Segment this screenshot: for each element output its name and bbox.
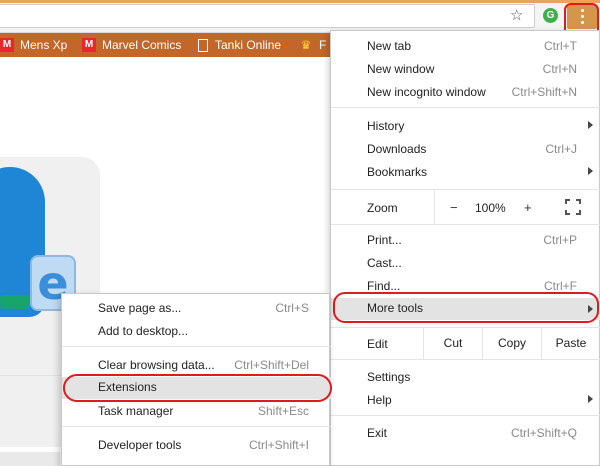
menu-item-shortcut: Ctrl+Shift+N (511, 85, 577, 99)
menu-item-label: Settings (367, 370, 411, 384)
menu-zoom-row: Zoom − 100% + (331, 190, 600, 224)
menu-separator (331, 107, 600, 108)
menu-item-label: Find... (367, 279, 401, 293)
submenu-arrow-icon (588, 121, 593, 129)
submenu-item-developer-tools[interactable]: Developer tools Ctrl+Shift+I (62, 435, 331, 455)
fullscreen-icon[interactable] (565, 199, 581, 215)
menu-separator (331, 359, 600, 360)
zoom-controls: − 100% + (434, 190, 600, 224)
bookmark-mens-xp[interactable]: M Mens Xp (0, 37, 67, 53)
menu-item-history[interactable]: History (331, 116, 600, 136)
mens-xp-icon: M (0, 38, 14, 52)
menu-item-shortcut: Ctrl+T (544, 39, 577, 53)
page-icon (198, 38, 208, 52)
menu-item-shortcut: Ctrl+N (542, 62, 577, 76)
menu-item-downloads[interactable]: Downloads Ctrl+J (331, 139, 600, 159)
extensions-highlight (63, 374, 332, 402)
menu-item-exit[interactable]: Exit Ctrl+Shift+Q (331, 423, 600, 443)
menu-item-label: Bookmarks (367, 165, 428, 179)
submenu-item-clear-browsing-data[interactable]: Clear browsing data... Ctrl+Shift+Del (62, 355, 331, 375)
submenu-item-save-page[interactable]: Save page as... Ctrl+S (62, 298, 331, 318)
cut-button[interactable]: Cut (423, 327, 482, 359)
menu-item-label: History (367, 119, 405, 133)
menu-item-new-tab[interactable]: New tab Ctrl+T (331, 36, 600, 56)
divider (0, 375, 62, 376)
address-bar[interactable] (0, 4, 535, 28)
menu-item-label: Cast... (367, 256, 402, 270)
menu-item-label: New tab (367, 39, 412, 53)
menu-item-new-incognito[interactable]: New incognito window Ctrl+Shift+N (331, 82, 600, 102)
submenu-item-label: Clear browsing data... (98, 358, 215, 372)
submenu-separator (62, 346, 331, 347)
browser-toolbar: ☆ G (0, 0, 600, 37)
submenu-item-label: Save page as... (98, 301, 182, 315)
bookmark-label: Tanki Online (215, 38, 282, 52)
menu-item-cast[interactable]: Cast... (331, 253, 600, 273)
bookmark-tanki-online[interactable]: Tanki Online (198, 37, 281, 53)
character-foot (0, 295, 30, 309)
menu-item-new-window[interactable]: New window Ctrl+N (331, 59, 600, 79)
submenu-item-task-manager[interactable]: Task manager Shift+Esc (62, 401, 331, 421)
bookmark-label: Marvel Comics (102, 38, 182, 52)
bookmark-f[interactable]: ♛ F (299, 37, 327, 53)
menu-item-label: Exit (367, 426, 388, 440)
menu-item-shortcut: Ctrl+Shift+Q (510, 426, 577, 440)
menu-item-label: Print... (367, 233, 402, 247)
submenu-item-shortcut: Ctrl+Shift+Del (234, 358, 309, 372)
submenu-item-shortcut: Ctrl+Shift+I (248, 438, 309, 452)
menu-item-shortcut: Ctrl+P (543, 233, 577, 247)
menu-item-shortcut: Ctrl+J (545, 142, 577, 156)
zoom-label: Zoom (367, 201, 398, 215)
submenu-item-label: Developer tools (98, 438, 182, 452)
paste-button[interactable]: Paste (541, 327, 600, 359)
edit-label: Edit (367, 337, 388, 351)
menu-item-help[interactable]: Help (331, 390, 600, 410)
submenu-item-label: Add to desktop... (98, 324, 189, 338)
menu-item-shortcut: Ctrl+F (544, 279, 577, 293)
bookmark-label: F (319, 38, 327, 52)
bookmark-marvel-comics[interactable]: M Marvel Comics (82, 37, 181, 53)
zoom-out-button[interactable]: − (450, 200, 458, 215)
menu-item-label: Help (367, 393, 392, 407)
menu-item-settings[interactable]: Settings (331, 367, 600, 387)
more-tools-highlight (333, 292, 599, 323)
chrome-main-menu: New tab Ctrl+T New window Ctrl+N New inc… (330, 30, 600, 466)
submenu-arrow-icon (588, 167, 593, 175)
extension-icon[interactable]: G (543, 8, 558, 23)
menu-separator (331, 415, 600, 416)
menu-item-label: New incognito window (367, 85, 486, 99)
submenu-item-label: Task manager (98, 404, 174, 418)
zoom-level: 100% (475, 201, 506, 215)
menu-item-label: Downloads (367, 142, 427, 156)
menu-separator (331, 224, 600, 225)
submenu-item-shortcut: Shift+Esc (257, 404, 309, 418)
bookmark-star-icon[interactable]: ☆ (510, 6, 523, 24)
menu-edit-row: Edit Cut Copy Paste (331, 327, 600, 359)
menu-item-bookmarks[interactable]: Bookmarks (331, 162, 600, 182)
menu-item-print[interactable]: Print... Ctrl+P (331, 230, 600, 250)
marvel-icon: M (82, 38, 96, 52)
submenu-item-shortcut: Ctrl+S (275, 301, 309, 315)
page-footer (0, 452, 60, 466)
zoom-in-button[interactable]: + (524, 200, 532, 215)
window-accent (0, 0, 600, 3)
menu-item-label: New window (367, 62, 435, 76)
submenu-arrow-icon (588, 395, 593, 403)
bookmark-label: Mens Xp (20, 38, 68, 52)
copy-button[interactable]: Copy (482, 327, 541, 359)
submenu-separator (62, 426, 331, 427)
crown-icon: ♛ (300, 38, 312, 52)
submenu-item-add-to-desktop[interactable]: Add to desktop... (62, 321, 331, 341)
